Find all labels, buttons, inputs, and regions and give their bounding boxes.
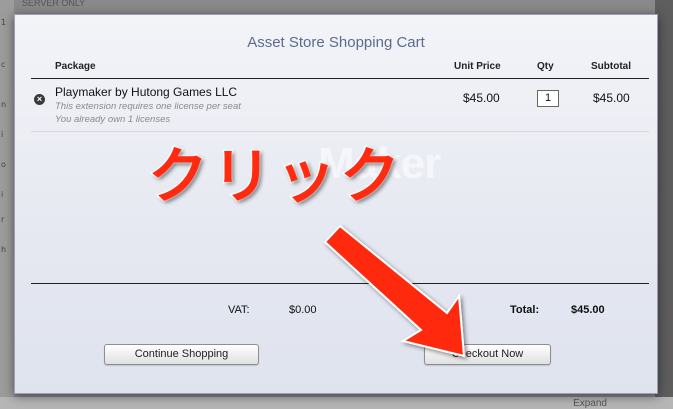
annotation-arrow-icon (323, 224, 466, 358)
